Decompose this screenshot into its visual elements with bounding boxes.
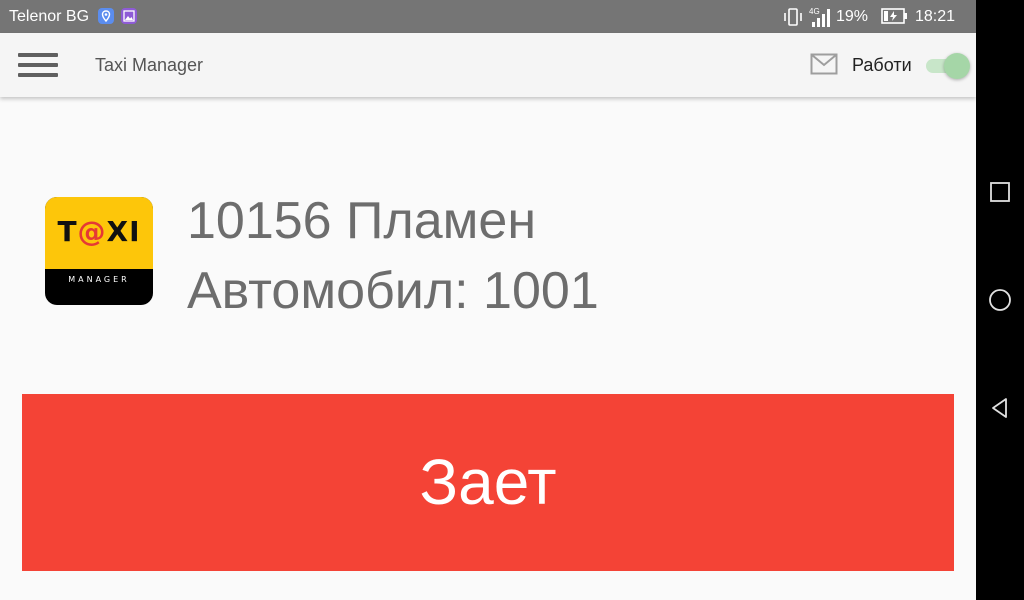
mail-icon[interactable]: [810, 53, 838, 75]
status-bar: Telenor BG 4G 19% 18:21: [0, 0, 976, 33]
toolbar: Taxi Manager Работи: [0, 33, 976, 97]
gallery-icon: [121, 8, 137, 24]
vehicle-number: Автомобил: 1001: [187, 262, 599, 320]
carrier-name: Telenor BG: [9, 8, 90, 25]
working-label: Работи: [852, 55, 912, 75]
app-screen: Taxi Manager Работи T@XI MANAGER 10156 П…: [0, 33, 976, 600]
taxi-manager-logo: T@XI MANAGER: [45, 197, 153, 305]
location-icon: [98, 8, 114, 24]
busy-status-button[interactable]: Зает: [22, 394, 954, 571]
home-icon[interactable]: [988, 288, 1012, 312]
recent-apps-icon[interactable]: [988, 180, 1012, 204]
battery-charging-icon: [881, 8, 907, 24]
signal-icon: 4G: [809, 7, 830, 27]
logo-subtitle: MANAGER: [68, 275, 130, 284]
app-title: Taxi Manager: [95, 55, 204, 75]
clock: 18:21: [915, 8, 956, 25]
hamburger-menu-icon[interactable]: [18, 53, 58, 77]
battery-percent: 19%: [836, 8, 869, 25]
working-toggle[interactable]: [924, 52, 972, 80]
toggle-knob: [944, 53, 970, 79]
vibrate-icon: [784, 8, 802, 26]
driver-name: 10156 Пламен: [187, 192, 537, 250]
back-icon[interactable]: [988, 396, 1012, 420]
navigation-bar: [976, 0, 1024, 600]
network-type: 4G: [809, 7, 820, 16]
logo-text: T@XI: [57, 215, 141, 248]
